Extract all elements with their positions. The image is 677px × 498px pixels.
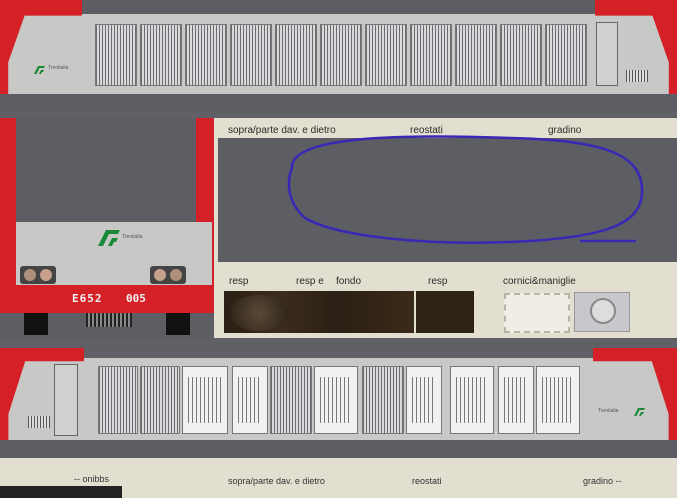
- bottom-dark-swatch: [0, 486, 122, 498]
- bottom-vent-3: [314, 366, 358, 434]
- label-resp-2: resp e: [296, 276, 324, 287]
- top-grille-6: [320, 24, 362, 86]
- front-logo: [95, 228, 121, 253]
- bottom-label-reostati: reostati: [412, 476, 442, 486]
- bottom-vent-7: [536, 366, 580, 434]
- bottom-brand-text: Trenitalia: [598, 408, 619, 414]
- front-left-red: [0, 118, 16, 313]
- bottom-grille-4: [362, 366, 404, 434]
- top-cab-door: [596, 22, 618, 86]
- bottom-small-grille: [28, 416, 50, 428]
- bottom-vent-2: [232, 366, 268, 434]
- annotation-scribble: [287, 135, 644, 244]
- bottom-brand-logo: [632, 404, 646, 422]
- top-grille-3: [185, 24, 227, 86]
- front-brand-text: Trenitalia: [122, 234, 143, 240]
- top-grille-2: [140, 24, 182, 86]
- label-resp-1: resp: [229, 276, 249, 287]
- bottom-label-sopra: sopra/parte dav. e dietro: [228, 476, 325, 486]
- fs-bottom-logo-icon: [634, 408, 645, 416]
- swatch-resp-round: [230, 295, 288, 331]
- bottom-label-left: -- onibbs: [74, 474, 110, 484]
- headlight-r2: [170, 269, 182, 281]
- top-grille-9: [455, 24, 497, 86]
- fs-front-logo-icon: [98, 230, 120, 246]
- bottom-underframe: [0, 440, 677, 458]
- bottom-side-grey-top: [0, 338, 677, 358]
- bottom-vent-4: [406, 366, 442, 434]
- coupler: [86, 313, 132, 327]
- buffer-left: [24, 313, 48, 335]
- bottom-grille-1: [98, 366, 138, 434]
- headlight-l2: [40, 269, 52, 281]
- swatch-resp-right: [416, 291, 474, 333]
- bottom-cab-door: [54, 364, 78, 436]
- top-grille-8: [410, 24, 452, 86]
- top-grille-4: [230, 24, 272, 86]
- swatch-cornice: [504, 293, 570, 333]
- bottom-grille-3: [270, 366, 312, 434]
- headlight-r1: [154, 269, 166, 281]
- headlight-l1: [24, 269, 36, 281]
- label-resp-3: resp: [428, 276, 448, 287]
- front-red-nose: [16, 285, 212, 313]
- top-small-grille: [626, 70, 648, 82]
- label-cornici: cornici&maniglie: [503, 276, 576, 287]
- handle-icon: [590, 298, 616, 324]
- loco-suffix: 005: [126, 292, 146, 305]
- top-grille-1: [95, 24, 137, 86]
- top-underframe: [0, 94, 677, 112]
- label-fondo: fondo: [336, 276, 362, 287]
- top-grille-10: [500, 24, 542, 86]
- top-grille-11: [545, 24, 587, 86]
- loco-number: E652: [72, 292, 103, 305]
- bottom-vent-1: [182, 366, 228, 434]
- top-grille-7: [365, 24, 407, 86]
- top-brand-logo: [32, 62, 46, 80]
- bottom-vent-6: [498, 366, 534, 434]
- front-upper-grey: [16, 118, 196, 222]
- bottom-label-gradino: gradino --: [583, 476, 622, 486]
- top-brand-text: Trenitalia: [48, 65, 69, 71]
- buffer-right: [166, 313, 190, 335]
- bottom-grille-2: [140, 366, 180, 434]
- bottom-vent-5: [450, 366, 494, 434]
- top-grille-5: [275, 24, 317, 86]
- top-roof-band: [82, 0, 595, 14]
- fs-logo-icon: [34, 66, 45, 74]
